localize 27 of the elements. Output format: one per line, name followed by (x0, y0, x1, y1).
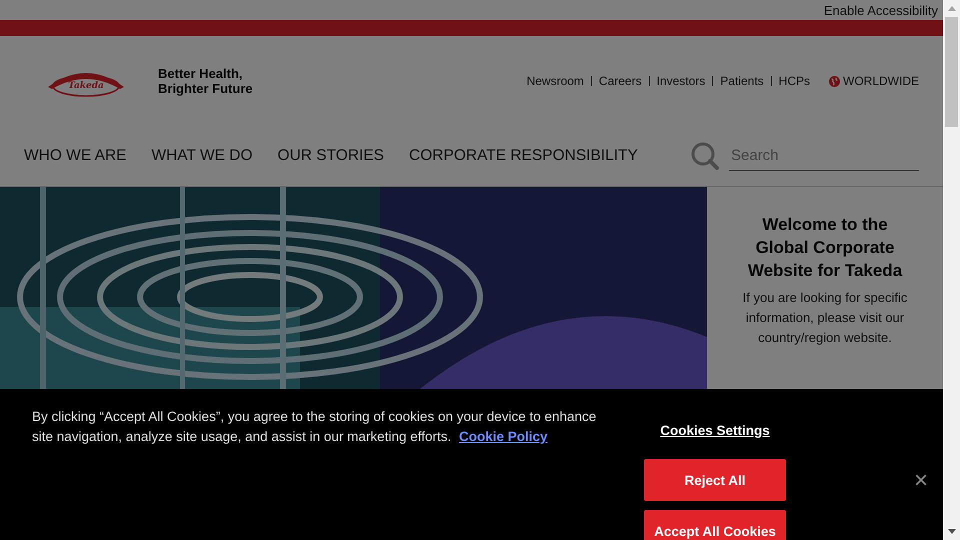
accessibility-link[interactable]: Enable Accessibility (824, 2, 938, 18)
welcome-title: Welcome to the Global Corporate Website for Takeda (746, 214, 904, 282)
reject-all-button[interactable]: Reject All (644, 459, 786, 501)
cookie-notice-text: By clicking “Accept All Cookies”, you agree to the storing of cookies on your device to enhance site navigation, analyze site usage, and assist in our marketing efforts. Cookie Policy (32, 408, 598, 446)
cookie-policy-link[interactable]: Cookie Policy (458, 429, 548, 444)
scroll-down-icon[interactable] (948, 529, 956, 534)
top-link[interactable]: Investors (650, 76, 714, 86)
region-link[interactable]: WORLDWIDE (829, 74, 919, 88)
top-link[interactable]: Patients (713, 76, 772, 86)
nav-item[interactable]: OUR STORIES (278, 147, 384, 165)
search-icon[interactable] (691, 142, 719, 170)
top-link[interactable]: HCPs (772, 74, 817, 88)
globe-icon (829, 76, 840, 86)
cookies-settings-link[interactable]: Cookies Settings (660, 423, 770, 438)
close-button[interactable]: × (911, 469, 931, 493)
scrollbar-thumb[interactable] (945, 17, 958, 127)
search-field[interactable]: Search (729, 141, 919, 171)
welcome-text: If you are looking for specific information, please visit our country/region website. (742, 289, 908, 347)
nav-item[interactable]: CORPORATE RESPONSIBILITY (409, 147, 638, 165)
tagline: Better Health, Brighter Future (158, 66, 254, 96)
top-link[interactable]: Newsroom (520, 76, 592, 86)
scroll-up-icon[interactable] (948, 6, 956, 11)
nav-item[interactable]: WHO WE ARE (24, 147, 126, 165)
nav-item[interactable]: WHAT WE DO (151, 147, 253, 165)
scrollbar[interactable] (943, 0, 960, 540)
top-link[interactable]: Careers (592, 76, 650, 86)
accept-all-cookies-button[interactable]: Accept All Cookies (644, 510, 786, 540)
